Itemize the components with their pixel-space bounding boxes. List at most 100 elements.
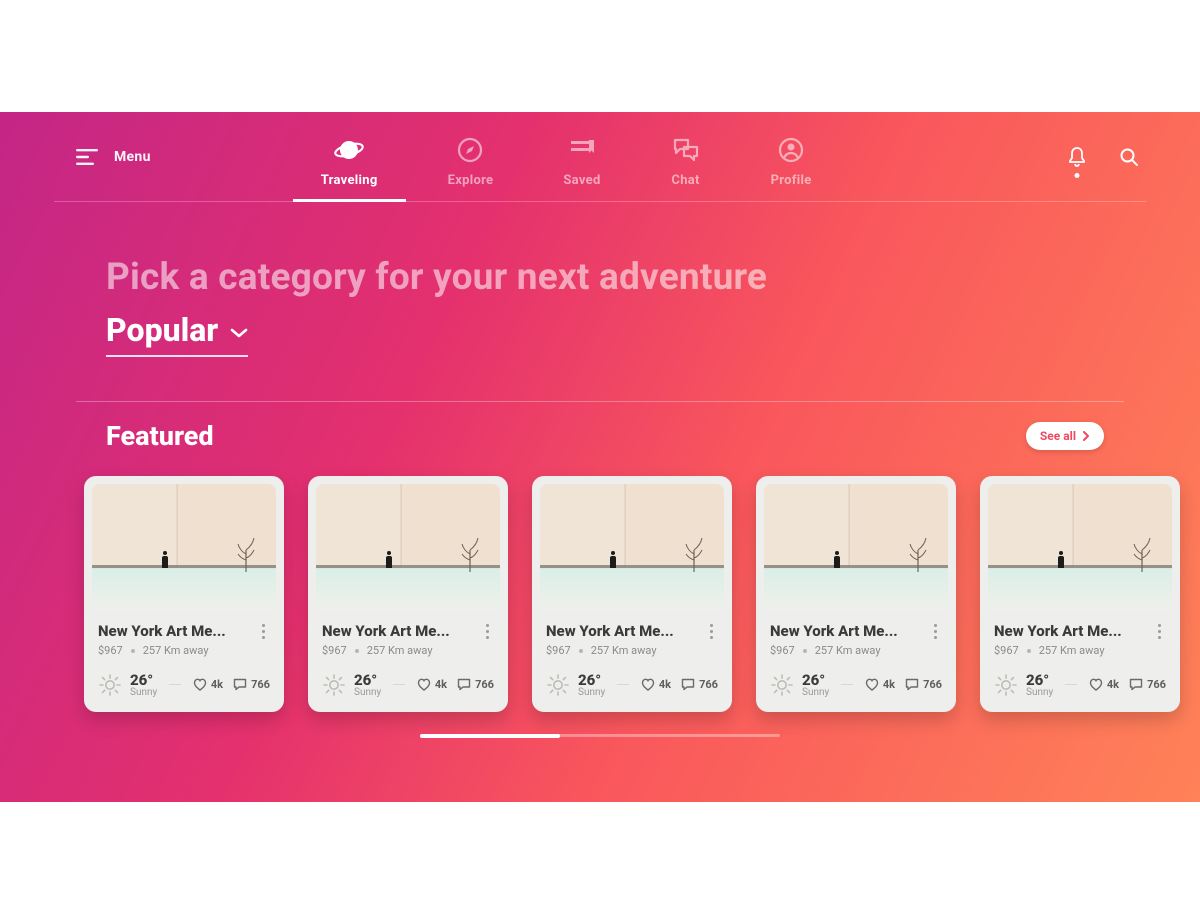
heart-icon [865,678,879,691]
tab-label: Saved [563,173,600,188]
card-likes[interactable]: 4k [417,678,447,691]
heart-icon [641,678,655,691]
notification-dot [1075,173,1080,178]
search-button[interactable] [1118,146,1140,168]
card-image [316,484,500,612]
card-more-button[interactable] [928,624,942,639]
card-price: $967 [98,644,123,657]
hero: Pick a category for your next adventure … [0,202,1200,357]
destination-card[interactable]: New York Art Me... $967 257 Km away [84,476,284,712]
sun-icon [770,673,794,697]
tab-label: Traveling [321,173,378,188]
card-likes[interactable]: 4k [1089,678,1119,691]
card-image [988,484,1172,612]
card-title: New York Art Me... [98,622,226,640]
sun-icon [98,673,122,697]
profile-icon [776,135,806,165]
tab-explore[interactable]: Explore [448,135,494,202]
header-divider [54,201,1146,202]
featured-title: Featured [106,420,214,452]
search-icon [1119,147,1139,167]
tab-profile[interactable]: Profile [771,135,812,202]
card-likes-count: 4k [435,678,447,691]
chevron-down-icon [230,327,248,339]
card-comments[interactable]: 766 [681,678,718,691]
card-image [92,484,276,612]
stats-divider [169,684,181,685]
card-comments[interactable]: 766 [1129,678,1166,691]
card-image [540,484,724,612]
card-comments-count: 766 [923,678,942,691]
category-dropdown[interactable]: Popular [106,311,248,357]
bookmark-icon [567,135,597,165]
destination-card[interactable]: New York Art Me... $967 257 Km away [756,476,956,712]
stats-divider [393,684,405,685]
card-comments-count: 766 [251,678,270,691]
notifications-button[interactable] [1066,146,1088,168]
card-comments[interactable]: 766 [905,678,942,691]
stats-divider [617,684,629,685]
tab-chat[interactable]: Chat [671,135,701,202]
planet-icon [334,135,364,165]
card-likes[interactable]: 4k [865,678,895,691]
app-root: Menu Traveling Explo [0,112,1200,802]
card-price: $967 [546,644,571,657]
card-condition: Sunny [1026,687,1053,698]
carousel-scrollbar[interactable] [420,734,780,737]
card-title: New York Art Me... [322,622,450,640]
card-likes[interactable]: 4k [641,678,671,691]
card-more-button[interactable] [480,624,494,639]
chevron-right-icon [1082,431,1090,441]
tab-label: Explore [448,173,494,188]
header-actions [1066,146,1140,168]
card-comments[interactable]: 766 [457,678,494,691]
card-body: New York Art Me... $967 257 Km away [764,612,948,704]
destination-card[interactable]: New York Art Me... $967 257 Km away [532,476,732,712]
stats-divider [1065,684,1077,685]
tab-saved[interactable]: Saved [563,135,600,202]
bell-icon [1067,146,1087,168]
dot-separator [579,649,583,653]
card-condition: Sunny [578,687,605,698]
menu-button[interactable]: Menu [76,149,151,165]
card-likes[interactable]: 4k [193,678,223,691]
menu-icon [76,149,98,165]
destination-card[interactable]: New York Art Me... $967 257 Km away [308,476,508,712]
card-meta: $967 257 Km away [994,644,1166,657]
card-distance: 257 Km away [815,644,881,657]
card-weather: 26° Sunny [994,671,1053,698]
comment-icon [681,678,695,691]
tab-traveling[interactable]: Traveling [321,135,378,202]
card-likes-count: 4k [659,678,671,691]
card-meta: $967 257 Km away [546,644,718,657]
heart-icon [417,678,431,691]
card-condition: Sunny [802,687,829,698]
card-image [764,484,948,612]
heart-icon [1089,678,1103,691]
card-weather: 26° Sunny [770,671,829,698]
card-body: New York Art Me... $967 257 Km away [988,612,1172,704]
tab-label: Chat [671,173,699,188]
card-weather: 26° Sunny [98,671,157,698]
card-title: New York Art Me... [770,622,898,640]
card-meta: $967 257 Km away [98,644,270,657]
card-distance: 257 Km away [591,644,657,657]
card-distance: 257 Km away [367,644,433,657]
tab-label: Profile [771,173,812,188]
card-more-button[interactable] [704,624,718,639]
card-likes-count: 4k [211,678,223,691]
dot-separator [355,649,359,653]
card-more-button[interactable] [1152,624,1166,639]
sun-icon [994,673,1018,697]
card-condition: Sunny [130,687,157,698]
card-likes-count: 4k [1107,678,1119,691]
see-all-button[interactable]: See all [1026,422,1104,450]
card-comments[interactable]: 766 [233,678,270,691]
card-more-button[interactable] [256,624,270,639]
card-comments-count: 766 [699,678,718,691]
compass-icon [455,135,485,165]
destination-card[interactable]: New York Art Me... $967 257 Km away [980,476,1180,712]
chat-icon [671,135,701,165]
card-meta: $967 257 Km away [770,644,942,657]
carousel-scrollbar-thumb[interactable] [420,734,560,738]
